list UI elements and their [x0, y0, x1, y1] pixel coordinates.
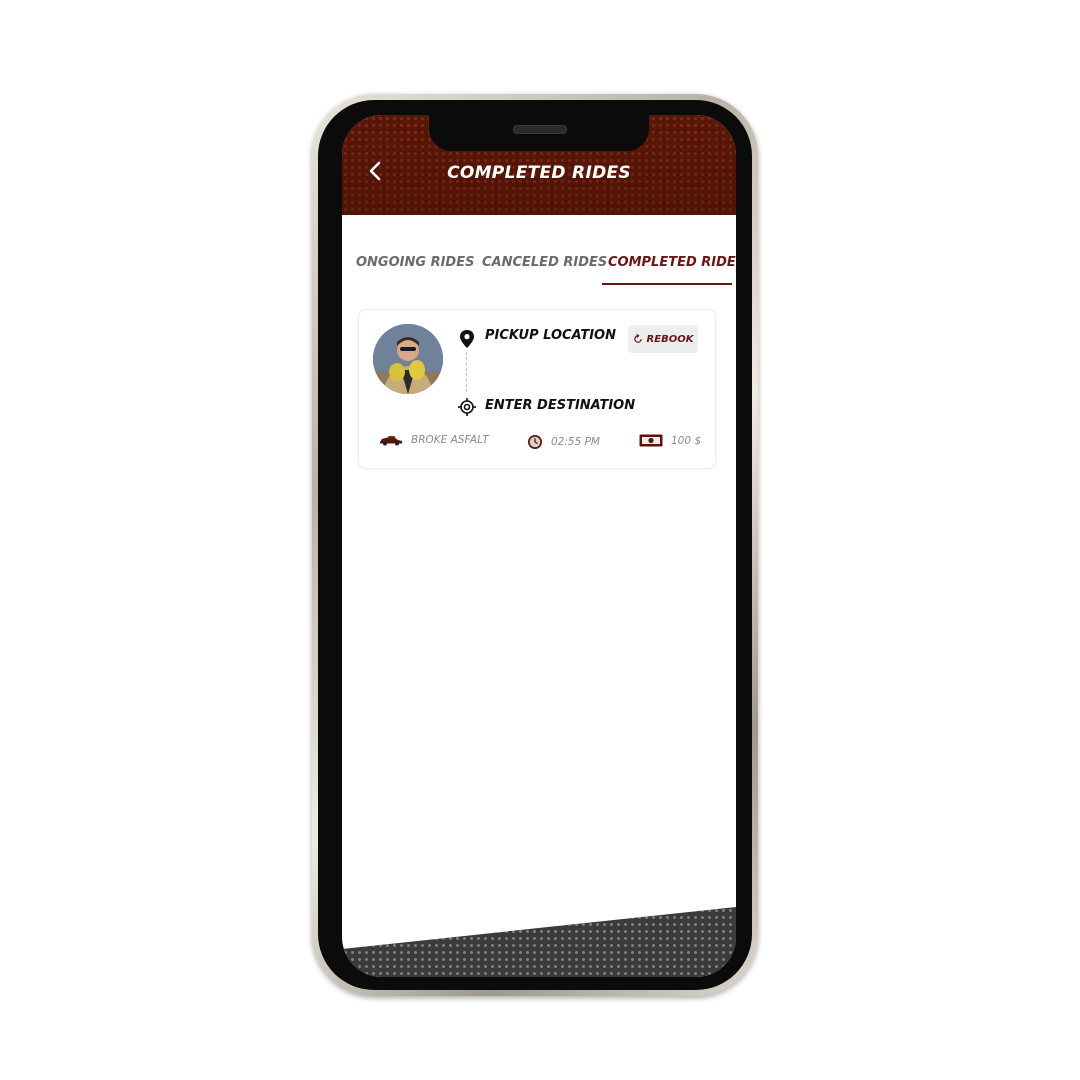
ride-price: 100 $ — [671, 434, 702, 447]
driver-avatar — [373, 324, 443, 394]
tab-canceled-rides[interactable]: CANCELED RIDES — [482, 255, 607, 270]
cash-icon — [639, 434, 663, 447]
car-icon — [380, 436, 402, 446]
clock-icon — [528, 435, 542, 449]
phone-notch — [429, 115, 649, 151]
pickup-location-label[interactable]: PICKUP LOCATION — [485, 328, 616, 343]
app-screen: COMPLETED RIDES ONGOING RIDES CANCELED R… — [342, 115, 736, 977]
car-info: BROKE ASFALT — [379, 434, 489, 446]
ride-tabs: ONGOING RIDES CANCELED RIDES COMPLETED R… — [342, 243, 736, 287]
avatar-photo — [373, 324, 443, 394]
route-dashed-line — [466, 352, 467, 392]
refresh-icon — [633, 334, 642, 343]
rebook-label: REBOOK — [646, 333, 694, 345]
tab-completed-rides[interactable]: COMPLETED RIDES — [608, 255, 736, 270]
active-tab-indicator — [602, 283, 732, 285]
speaker-grille — [513, 125, 567, 134]
price-info: 100 $ — [639, 434, 701, 447]
ride-time: 02:55 PM — [551, 436, 600, 448]
car-name: BROKE ASFALT — [411, 434, 489, 446]
bottom-halftone-decoration — [342, 907, 736, 977]
destination-label[interactable]: ENTER DESTINATION — [485, 398, 635, 413]
time-info: 02:55 PM — [527, 434, 600, 450]
page-title: COMPLETED RIDES — [447, 163, 631, 183]
rebook-button[interactable]: REBOOK — [628, 325, 698, 353]
ride-card[interactable]: PICKUP LOCATION ENTER DESTINATION REBOOK — [358, 309, 716, 469]
phone-frame: COMPLETED RIDES ONGOING RIDES CANCELED R… — [312, 94, 758, 996]
location-pin-icon — [460, 330, 474, 348]
phone-bezel: COMPLETED RIDES ONGOING RIDES CANCELED R… — [318, 100, 752, 990]
crosshair-target-icon — [458, 398, 476, 416]
tab-ongoing-rides[interactable]: ONGOING RIDES — [356, 255, 474, 270]
